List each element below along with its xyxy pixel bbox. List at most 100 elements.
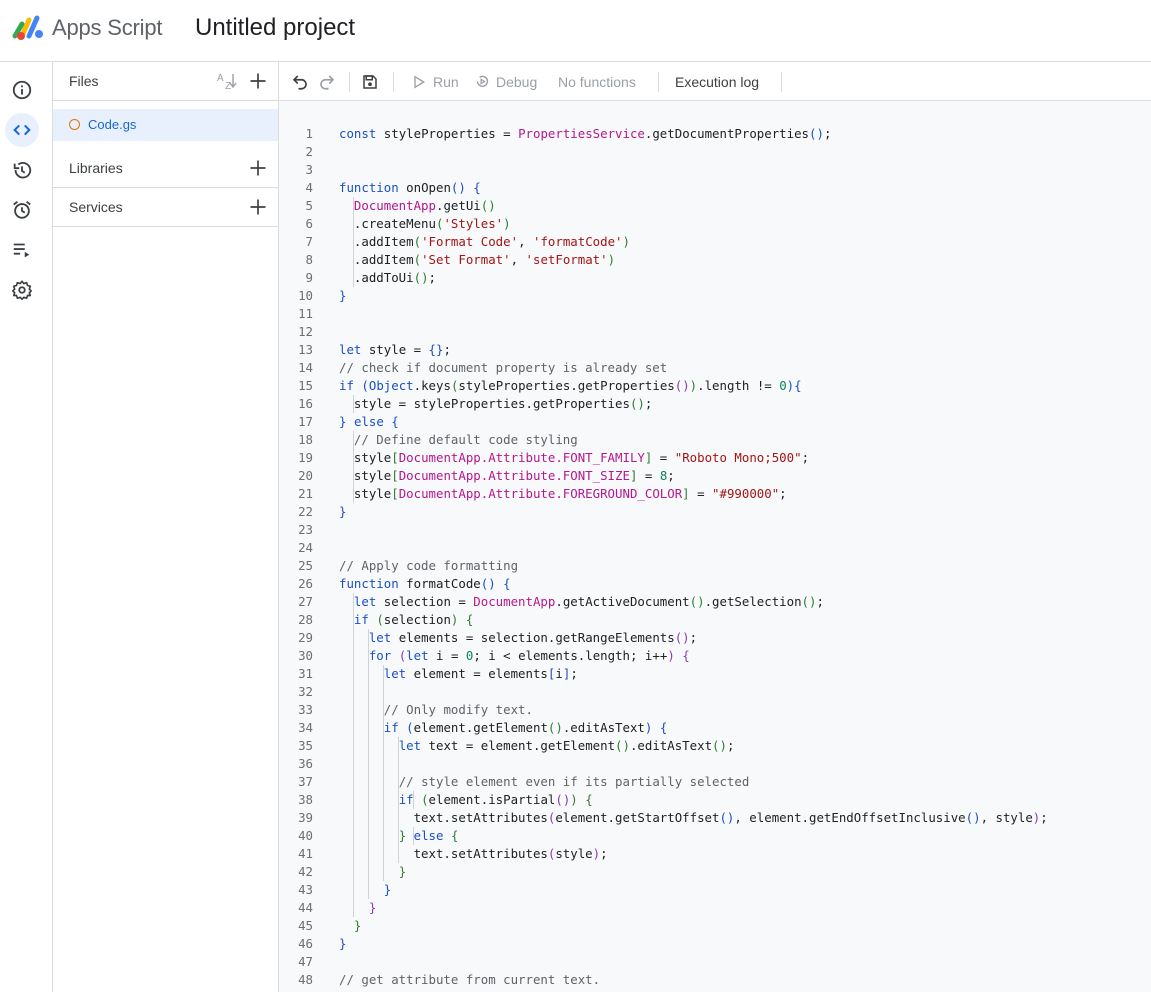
rail-triggers[interactable] [5, 193, 39, 227]
line-number: 39 [298, 810, 313, 825]
code-line[interactable]: 4 function onOpen() { [279, 179, 1151, 197]
debug-button[interactable]: Debug [474, 62, 537, 101]
code-line[interactable]: 18 // Define default code styling [279, 431, 1151, 449]
code-line[interactable]: 6 .createMenu('Styles') [279, 215, 1151, 233]
code-line[interactable]: 39 text.setAttributes(element.getStartOf… [279, 809, 1151, 827]
code-line[interactable]: 22} [279, 503, 1151, 521]
code-line[interactable]: 45 } [279, 917, 1151, 935]
rail-history[interactable] [5, 153, 39, 187]
code-line[interactable]: 5 DocumentApp.getUi() [279, 197, 1151, 215]
code-line[interactable]: 44 } [279, 899, 1151, 917]
project-title[interactable]: Untitled project [195, 14, 355, 42]
libraries-row: Libraries [53, 149, 278, 188]
file-item-code-gs[interactable]: Code.gs [53, 109, 278, 141]
line-number: 8 [305, 252, 313, 267]
code-line[interactable]: 31 let element = elements[i]; [279, 665, 1151, 683]
code-line[interactable]: 30 for (let i = 0; i < elements.length; … [279, 647, 1151, 665]
line-source: DocumentApp.getUi() [353, 198, 496, 213]
code-line[interactable]: 33 // Only modify text. [279, 701, 1151, 719]
code-line[interactable]: 1 const styleProperties = PropertiesServi… [279, 125, 1151, 143]
svg-text:Z: Z [225, 81, 231, 92]
code-editor[interactable]: 1 const styleProperties = PropertiesServi… [279, 101, 1151, 992]
plus-icon [250, 199, 266, 215]
code-line[interactable]: 43 } [279, 881, 1151, 899]
line-source: function onOpen() { [339, 180, 481, 195]
code-line[interactable]: 34 if (element.getElement().editAsText) … [279, 719, 1151, 737]
add-file-button[interactable] [246, 69, 270, 93]
code-line[interactable]: 29 let elements = selection.getRangeElem… [279, 629, 1151, 647]
unsaved-dot-icon [69, 119, 80, 130]
rail-settings[interactable] [5, 273, 39, 307]
code-line[interactable]: 35 let text = element.getElement().editA… [279, 737, 1151, 755]
line-source: text.setAttributes(element.getStartOffse… [339, 810, 1048, 825]
line-number: 9 [305, 270, 313, 285]
add-library-button[interactable] [246, 156, 270, 180]
save-icon [363, 74, 377, 89]
add-service-button[interactable] [246, 195, 270, 219]
code-line[interactable]: 26 function formatCode() { [279, 575, 1151, 593]
line-source: } [398, 864, 407, 879]
code-line[interactable]: 40 } else { [279, 827, 1151, 845]
code-line[interactable]: 12 [279, 323, 1151, 341]
top-bar: Apps Script Untitled project [0, 0, 1151, 62]
line-number: 7 [305, 234, 313, 249]
code-line[interactable]: 41 text.setAttributes(style); [279, 845, 1151, 863]
code-line[interactable]: 2 [279, 143, 1151, 161]
line-source: if (element.isPartial()) { [398, 792, 593, 807]
code-line[interactable]: 28 if (selection) { [279, 611, 1151, 629]
info-icon [12, 80, 32, 100]
code-line[interactable]: 47 [279, 953, 1151, 971]
code-line[interactable]: 7 .addItem('Format Code', 'formatCode') [279, 233, 1151, 251]
code-line[interactable]: 27 let selection = DocumentApp.getActive… [279, 593, 1151, 611]
code-line[interactable]: 20 style[DocumentApp.Attribute.FONT_SIZE… [279, 467, 1151, 485]
code-line[interactable]: 48 // get attribute from current text. [279, 971, 1151, 989]
code-line[interactable]: 24 [279, 539, 1151, 557]
code-line[interactable]: 37 // style element even if its partiall… [279, 773, 1151, 791]
function-select[interactable]: No functions [558, 62, 636, 101]
line-source: // get attribute from current text. [339, 972, 601, 987]
code-line[interactable]: 11 [279, 305, 1151, 323]
rail-executions[interactable] [5, 233, 39, 267]
code-lines[interactable]: 1 const styleProperties = PropertiesServi… [279, 125, 1151, 989]
code-line[interactable]: 13 let style = {}; [279, 341, 1151, 359]
code-line[interactable]: 3 [279, 161, 1151, 179]
run-button[interactable]: Run [411, 62, 459, 101]
code-line[interactable]: 8 .addItem('Set Format', 'setFormat') [279, 251, 1151, 269]
code-line[interactable]: 46} [279, 935, 1151, 953]
code-line[interactable]: 9 .addToUi(); [279, 269, 1151, 287]
app-brand[interactable]: Apps Script [52, 15, 162, 41]
code-line[interactable]: 16 style = styleProperties.getProperties… [279, 395, 1151, 413]
line-source: } [339, 504, 347, 519]
run-label: Run [433, 73, 459, 90]
code-line[interactable]: 21 style[DocumentApp.Attribute.FOREGROUN… [279, 485, 1151, 503]
code-line[interactable]: 15 if (Object.keys(styleProperties.getPro… [279, 377, 1151, 395]
apps-script-logo-icon[interactable] [12, 14, 46, 42]
code-line[interactable]: 19 style[DocumentApp.Attribute.FONT_FAMI… [279, 449, 1151, 467]
code-line[interactable]: 32 [279, 683, 1151, 701]
save-button[interactable] [361, 62, 379, 101]
sort-az-icon[interactable]: A Z [216, 70, 238, 92]
code-line[interactable]: 17} else { [279, 413, 1151, 431]
code-line[interactable]: 14 // check if document property is alrea… [279, 359, 1151, 377]
undo-button[interactable] [291, 62, 309, 101]
toolbar-divider [658, 72, 659, 92]
rail-overview[interactable] [5, 73, 39, 107]
services-label: Services [69, 199, 123, 215]
code-line[interactable]: 23 [279, 521, 1151, 539]
debug-icon [476, 75, 489, 87]
code-line[interactable]: 38 if (element.isPartial()) { [279, 791, 1151, 809]
line-source: let text = element.getElement().editAsTe… [398, 738, 735, 753]
line-number: 20 [298, 468, 313, 483]
code-line[interactable]: 10} [279, 287, 1151, 305]
history-icon [13, 161, 32, 179]
execution-log-button[interactable]: Execution log [675, 62, 759, 101]
code-line[interactable]: 36 [279, 755, 1151, 773]
redo-button[interactable] [318, 62, 336, 101]
line-number: 4 [305, 180, 313, 195]
toolbar-divider [393, 72, 394, 92]
line-number: 10 [298, 288, 313, 303]
rail-editor[interactable] [5, 113, 39, 147]
code-line[interactable]: 42 } [279, 863, 1151, 881]
line-source: .addToUi(); [339, 270, 436, 285]
code-line[interactable]: 25 // Apply code formatting [279, 557, 1151, 575]
